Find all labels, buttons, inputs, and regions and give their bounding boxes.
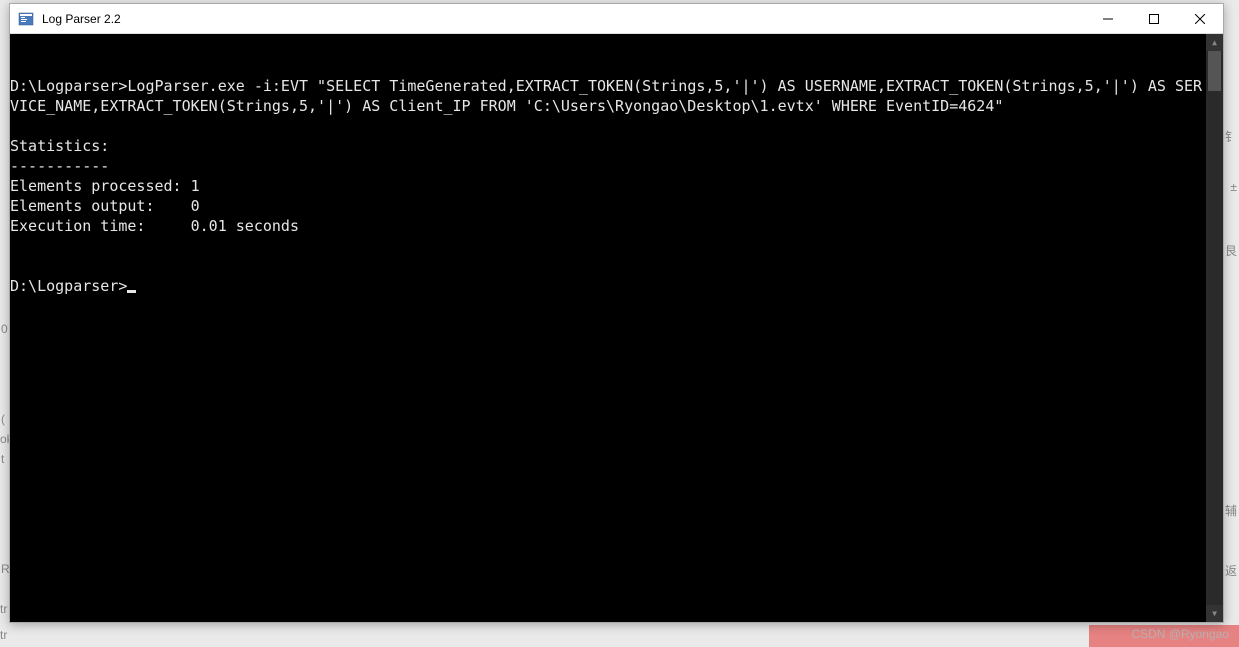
close-icon: [1195, 14, 1205, 24]
vertical-scrollbar[interactable]: ▲ ▼: [1206, 34, 1223, 622]
terminal-cursor: [127, 290, 136, 293]
bg-fragment: (: [1, 412, 5, 426]
app-icon: [18, 11, 34, 27]
scrollbar-thumb[interactable]: [1208, 51, 1221, 91]
bg-fragment: ±: [1230, 180, 1237, 194]
terminal-area[interactable]: D:\Logparser>LogParser.exe -i:EVT "SELEC…: [10, 34, 1223, 622]
maximize-icon: [1149, 14, 1159, 24]
bg-fragment: 艮: [1225, 242, 1237, 259]
close-button[interactable]: [1177, 4, 1223, 33]
maximize-button[interactable]: [1131, 4, 1177, 33]
bg-fragment: 钅: [1225, 128, 1237, 145]
minimize-button[interactable]: [1085, 4, 1131, 33]
bg-fragment: tr: [0, 602, 7, 616]
stats-processed: Elements processed: 1: [10, 177, 200, 195]
bg-fragment: 0: [1, 322, 8, 336]
prompt: D:\Logparser>: [10, 277, 127, 295]
bg-fragment: t: [1, 452, 4, 466]
titlebar[interactable]: Log Parser 2.2: [10, 4, 1223, 34]
prompt: D:\Logparser>: [10, 77, 127, 95]
scrollbar-down-arrow[interactable]: ▼: [1206, 605, 1223, 622]
stats-output: Elements output: 0: [10, 197, 200, 215]
minimize-icon: [1103, 14, 1113, 24]
bg-fragment: 返: [1225, 562, 1237, 579]
app-window: Log Parser 2.2 D:\Logparser>LogParser.ex…: [9, 3, 1224, 623]
terminal-content: D:\Logparser>LogParser.exe -i:EVT "SELEC…: [10, 76, 1223, 296]
window-title: Log Parser 2.2: [42, 12, 1085, 26]
command-text: LogParser.exe -i:EVT "SELECT TimeGenerat…: [10, 77, 1202, 115]
stats-time: Execution time: 0.01 seconds: [10, 217, 299, 235]
window-controls: [1085, 4, 1223, 33]
bg-fragment: tr: [0, 628, 7, 642]
stats-header: Statistics:: [10, 137, 109, 155]
stats-divider: -----------: [10, 157, 109, 175]
bg-fragment: 辅: [1225, 502, 1237, 519]
watermark-text: CSDN @Ryongao: [1131, 627, 1229, 641]
scrollbar-up-arrow[interactable]: ▲: [1206, 34, 1223, 51]
